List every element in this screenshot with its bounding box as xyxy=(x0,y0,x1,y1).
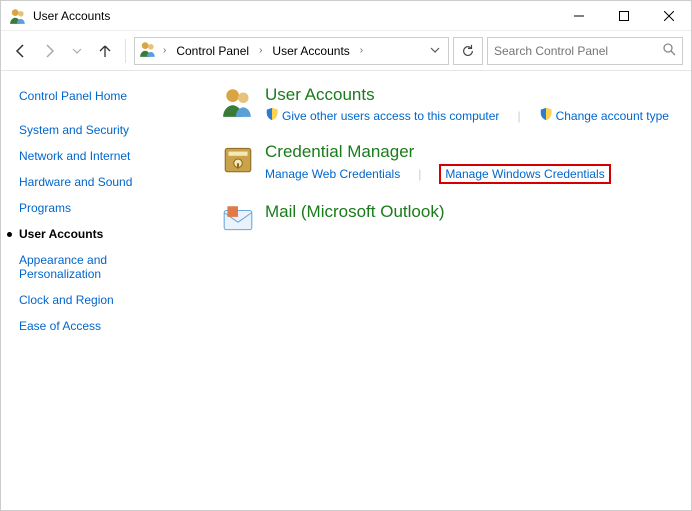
user-accounts-icon xyxy=(9,7,27,25)
sidebar-home[interactable]: Control Panel Home xyxy=(19,89,201,103)
task-manage-web-credentials[interactable]: Manage Web Credentials xyxy=(265,167,400,181)
search-input[interactable] xyxy=(494,44,658,58)
sidebar-item-ease-of-access[interactable]: Ease of Access xyxy=(19,319,201,333)
sidebar-item-hardware-sound[interactable]: Hardware and Sound xyxy=(19,175,201,189)
sidebar-item-appearance-personalization[interactable]: Appearance and Personalization xyxy=(19,253,159,281)
task-change-account-type[interactable]: Change account type xyxy=(539,107,669,124)
chevron-right-icon[interactable]: › xyxy=(358,45,365,56)
sidebar: Control Panel Home System and Security N… xyxy=(1,71,201,510)
address-dropdown[interactable] xyxy=(426,44,444,58)
content-area: Control Panel Home System and Security N… xyxy=(1,71,691,510)
category-title[interactable]: Credential Manager xyxy=(265,142,611,162)
category-title[interactable]: Mail (Microsoft Outlook) xyxy=(265,202,444,222)
mail-icon xyxy=(221,202,255,236)
sidebar-item-user-accounts[interactable]: User Accounts xyxy=(19,227,201,241)
window-titlebar: User Accounts xyxy=(1,1,691,31)
task-label: Give other users access to this computer xyxy=(282,109,499,123)
sidebar-item-clock-region[interactable]: Clock and Region xyxy=(19,293,201,307)
separator: | xyxy=(517,109,520,123)
close-button[interactable] xyxy=(646,1,691,30)
forward-button[interactable] xyxy=(37,39,61,63)
category-mail: Mail (Microsoft Outlook) xyxy=(221,202,671,236)
back-button[interactable] xyxy=(9,39,33,63)
search-icon[interactable] xyxy=(662,42,676,59)
chevron-right-icon[interactable]: › xyxy=(257,45,264,56)
sidebar-item-network-internet[interactable]: Network and Internet xyxy=(19,149,201,163)
category-credential-manager: Credential Manager Manage Web Credential… xyxy=(221,142,671,184)
window-title: User Accounts xyxy=(33,9,556,23)
separator: | xyxy=(418,167,421,181)
toolbar: › Control Panel › User Accounts › xyxy=(1,31,691,71)
task-manage-windows-credentials[interactable]: Manage Windows Credentials xyxy=(439,164,610,184)
recent-dropdown[interactable] xyxy=(65,39,89,63)
category-title[interactable]: User Accounts xyxy=(265,85,669,105)
sidebar-item-programs[interactable]: Programs xyxy=(19,201,201,215)
shield-icon xyxy=(539,107,553,124)
shield-icon xyxy=(265,107,279,124)
minimize-button[interactable] xyxy=(556,1,601,30)
user-accounts-icon xyxy=(221,85,255,119)
breadcrumb-root[interactable]: Control Panel xyxy=(172,42,253,60)
sidebar-item-system-security[interactable]: System and Security xyxy=(19,123,201,137)
credential-manager-icon xyxy=(221,142,255,176)
maximize-button[interactable] xyxy=(601,1,646,30)
address-bar[interactable]: › Control Panel › User Accounts › xyxy=(134,37,449,65)
up-button[interactable] xyxy=(93,39,117,63)
chevron-right-icon[interactable]: › xyxy=(161,45,168,56)
separator xyxy=(125,39,126,63)
task-label: Change account type xyxy=(556,109,669,123)
search-box[interactable] xyxy=(487,37,683,65)
task-give-access[interactable]: Give other users access to this computer xyxy=(265,107,499,124)
category-user-accounts: User Accounts Give other users access to… xyxy=(221,85,671,124)
refresh-button[interactable] xyxy=(453,37,483,65)
main-content: User Accounts Give other users access to… xyxy=(201,71,691,510)
breadcrumb-current[interactable]: User Accounts xyxy=(268,42,353,60)
address-icon xyxy=(139,40,157,61)
